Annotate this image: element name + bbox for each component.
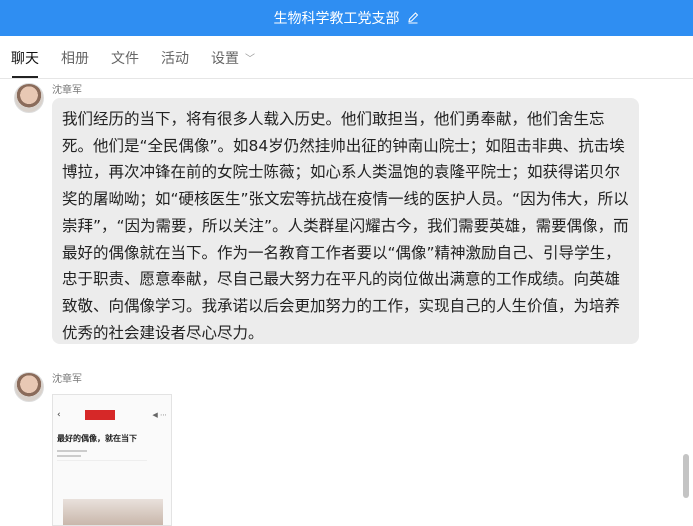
image-meta-lines [57, 450, 171, 461]
tab-files[interactable]: 文件 [100, 36, 150, 78]
tab-activity[interactable]: 活动 [150, 36, 200, 78]
back-icon: ‹ [57, 410, 61, 420]
tab-album[interactable]: 相册 [50, 36, 100, 78]
avatar[interactable] [14, 83, 44, 113]
message-item: 沈章军 我们经历的当下，将有很多人载入历史。他们敢担当，他们勇奉献，他们舍生忘死… [14, 83, 674, 363]
tab-bar: 聊天 相册 文件 活动 设置 ﹀ [0, 36, 693, 79]
sender-name: 沈章军 [52, 85, 82, 96]
tab-chat-label: 聊天 [11, 51, 39, 67]
image-headline: 最好的偶像，就在当下 [57, 433, 137, 443]
sender-name: 沈章军 [52, 374, 82, 385]
image-message[interactable]: ‹ ◀ ⋯ 最好的偶像，就在当下 [52, 394, 172, 526]
image-photo [63, 499, 163, 525]
speaker-icon: ◀ ⋯ [152, 411, 167, 419]
edit-icon[interactable] [406, 11, 420, 25]
group-title: 生物科学教工党支部 [273, 11, 400, 27]
message-bubble[interactable]: 我们经历的当下，将有很多人载入历史。他们敢担当，他们勇奉献，他们舍生忘死。他们是… [52, 98, 639, 344]
chevron-down-icon: ﹀ [245, 54, 255, 65]
tab-files-label: 文件 [111, 51, 139, 67]
scrollbar[interactable] [683, 454, 689, 498]
message-item: 沈章军 [14, 372, 314, 402]
logo [85, 410, 115, 420]
avatar[interactable] [14, 372, 44, 402]
phone-nav-bar: ‹ ◀ ⋯ [53, 407, 171, 423]
message-text: 我们经历的当下，将有很多人载入历史。他们敢担当，他们勇奉献，他们舍生忘死。他们是… [62, 110, 629, 342]
tab-activity-label: 活动 [161, 51, 189, 67]
tab-settings-label: 设置 [211, 51, 239, 67]
tab-settings[interactable]: 设置 ﹀ [200, 36, 266, 78]
tab-album-label: 相册 [61, 51, 89, 67]
phone-status-bar [53, 395, 171, 407]
tab-chat[interactable]: 聊天 [0, 36, 50, 78]
group-title-bar: 生物科学教工党支部 [0, 0, 693, 36]
